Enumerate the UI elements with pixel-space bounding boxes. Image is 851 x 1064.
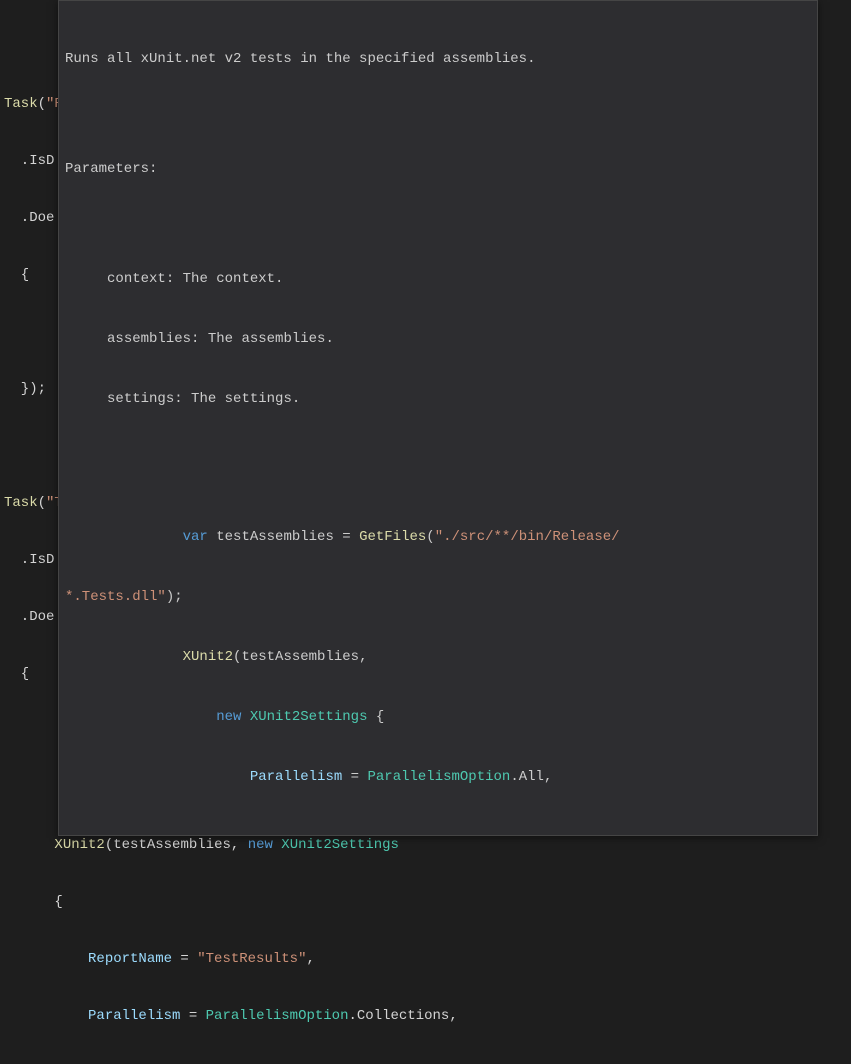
code-line[interactable]: { xyxy=(0,893,851,912)
tooltip-params-label: Parameters: xyxy=(65,159,811,179)
code-line[interactable]: Parallelism = ParallelismOption.Collecti… xyxy=(0,1007,851,1026)
code-line[interactable]: XUnit2(testAssemblies, new XUnit2Setting… xyxy=(0,836,851,855)
tooltip-param-settings: settings: The settings. xyxy=(65,389,811,409)
tooltip-snippet-line: new XUnit2Settings { xyxy=(65,707,811,727)
tooltip-snippet-line: XUnit2(testAssemblies, xyxy=(65,647,811,667)
tooltip-snippet-line: *.Tests.dll"); xyxy=(65,587,811,607)
code-line[interactable]: ReportName = "TestResults", xyxy=(0,950,851,969)
tooltip-summary: Runs all xUnit.net v2 tests in the speci… xyxy=(65,49,811,69)
tooltip-param-assemblies: assemblies: The assemblies. xyxy=(65,329,811,349)
tooltip-snippet-line: Parallelism = ParallelismOption.All, xyxy=(65,767,811,787)
hover-tooltip: Runs all xUnit.net v2 tests in the speci… xyxy=(58,0,818,836)
tooltip-param-context: context: The context. xyxy=(65,269,811,289)
tooltip-snippet-line: var testAssemblies = GetFiles("./src/**/… xyxy=(65,527,811,547)
code-editor[interactable]: Runs all xUnit.net v2 tests in the speci… xyxy=(0,0,851,1064)
